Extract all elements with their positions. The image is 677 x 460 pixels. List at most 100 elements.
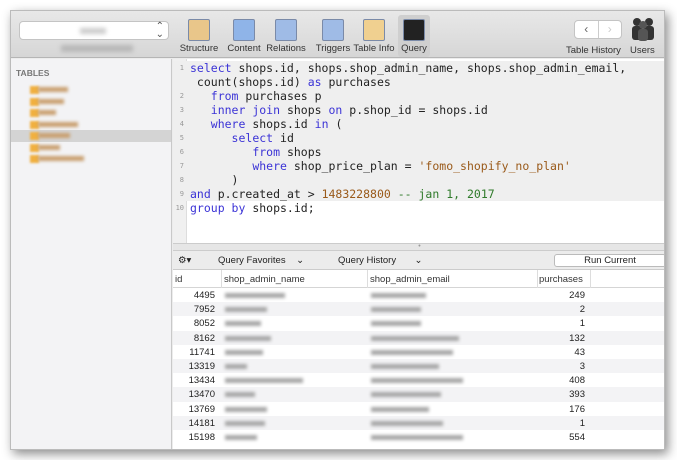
code-token: shops — [280, 145, 322, 159]
gear-menu-icon[interactable]: ⚙▾ — [178, 255, 191, 266]
structure-icon — [188, 19, 210, 41]
table-row[interactable]: 4495 249 — [173, 288, 664, 302]
server-version-redacted — [61, 45, 133, 52]
line-number: 3 — [179, 106, 184, 114]
column-header-id[interactable]: id — [175, 274, 182, 285]
toolbar-relations-button[interactable]: Relations — [265, 15, 307, 57]
cell-name-redacted — [225, 321, 261, 327]
code-token: ) — [190, 173, 239, 187]
table-row[interactable]: 8162 132 — [173, 330, 664, 345]
toolbar-label: Query — [401, 43, 427, 54]
column-header-shop-admin-email[interactable]: shop_admin_email — [370, 274, 450, 285]
table-row[interactable]: 13470 393 — [173, 387, 664, 402]
cell-name-redacted — [225, 293, 285, 298]
table-item[interactable] — [11, 84, 171, 96]
line-number: 4 — [179, 120, 184, 128]
cell-name-redacted — [225, 307, 267, 313]
toolbar-content-button[interactable]: Content — [223, 15, 265, 57]
table-item[interactable] — [11, 96, 171, 108]
code-token: from — [252, 145, 281, 159]
table-history-label: Table History — [566, 45, 621, 56]
line-number: 10 — [175, 204, 184, 212]
query-history-button[interactable]: Query History ⌄ — [338, 255, 423, 266]
cell-email-redacted — [371, 349, 453, 355]
table-header: id shop_admin_name shop_admin_email purc… — [173, 270, 664, 288]
code-line: 9 and p.created_at > 1483228800 -- jan 1,… — [173, 187, 664, 201]
cell-name-redacted — [225, 349, 263, 355]
cell-id: 13319 — [188, 360, 215, 372]
database-select[interactable]: ⌃ ⌄ — [19, 21, 169, 40]
toolbar-table-info-button[interactable]: Table Info — [353, 15, 395, 57]
table-info-icon — [363, 19, 385, 41]
cell-name-redacted — [225, 406, 267, 412]
table-row[interactable]: 7952 2 — [173, 302, 664, 317]
code-line: 5 select id — [173, 131, 664, 145]
cell-id: 14181 — [188, 417, 215, 429]
cell-id: 11741 — [189, 346, 215, 358]
line-number: 2 — [179, 92, 184, 100]
column-header-shop-admin-name[interactable]: shop_admin_name — [224, 274, 305, 285]
code-token: shops.id — [245, 117, 315, 131]
table-row[interactable]: 8052 1 — [173, 316, 664, 330]
cell-purchases: 554 — [569, 431, 585, 443]
code-token: shops — [280, 103, 329, 117]
split-divider[interactable]: • — [173, 243, 664, 251]
cell-purchases: 176 — [569, 403, 585, 415]
code-line: count(shops.id) as purchases — [173, 75, 664, 89]
cell-id: 13769 — [188, 403, 215, 415]
results-table: id shop_admin_name shop_admin_email purc… — [173, 270, 664, 449]
table-item[interactable] — [11, 142, 171, 154]
table-row[interactable]: 11741 43 — [173, 345, 664, 359]
table-row[interactable]: 13434 408 — [173, 373, 664, 387]
code-token: count(shops.id) — [190, 75, 308, 89]
database-name-redacted — [80, 28, 106, 34]
cell-name-redacted — [225, 363, 247, 369]
code-line: 1 select shops.id, shops.shop_admin_name,… — [173, 61, 664, 75]
forward-button[interactable]: › — [597, 21, 622, 38]
table-item[interactable] — [11, 130, 171, 142]
cell-email-redacted — [371, 293, 426, 298]
line-number: 8 — [179, 176, 184, 184]
query-icon — [403, 19, 425, 41]
tables-header: TABLES — [16, 68, 50, 78]
table-item[interactable] — [11, 119, 171, 131]
cell-email-redacted — [371, 363, 439, 369]
cell-email-redacted — [371, 406, 429, 412]
toolbar-triggers-button[interactable]: Triggers — [311, 15, 355, 57]
toolbar-structure-button[interactable]: Structure — [175, 15, 223, 57]
code-token: and — [190, 187, 211, 201]
code-line: 2 from purchases p — [173, 89, 664, 103]
cell-purchases: 249 — [569, 290, 585, 301]
table-item[interactable] — [11, 153, 171, 165]
code-token: group by — [190, 201, 246, 215]
users-icon[interactable] — [629, 15, 657, 41]
table-row[interactable]: 15198 554 — [173, 430, 664, 444]
cell-name-redacted — [225, 420, 265, 426]
cell-purchases: 1 — [579, 417, 585, 429]
toolbar-query-button[interactable]: Query — [398, 15, 430, 57]
cell-purchases: 132 — [569, 332, 585, 344]
code-token: id — [273, 131, 294, 145]
column-header-purchases[interactable]: purchases — [539, 274, 583, 285]
query-favorites-button[interactable]: Query Favorites ⌄ — [218, 255, 304, 266]
table-row[interactable]: 13769 176 — [173, 402, 664, 416]
code-token: in — [314, 117, 329, 131]
table-history-nav[interactable]: ‹ › — [574, 20, 622, 39]
sidebar: TABLES — [11, 59, 172, 449]
back-button[interactable]: ‹ — [575, 21, 598, 38]
table-row[interactable]: 13319 3 — [173, 358, 664, 374]
cell-id: 13470 — [188, 389, 215, 401]
code-token: select — [190, 61, 232, 75]
table-item[interactable] — [11, 107, 171, 119]
code-token: from — [210, 89, 239, 103]
toolbar-label: Table Info — [353, 43, 395, 54]
code-line: 7 where shop_price_plan = 'fomo_shopify_… — [173, 159, 664, 173]
table-name-redacted — [38, 144, 60, 150]
line-number: 5 — [179, 134, 184, 142]
query-editor[interactable]: 1 select shops.id, shops.shop_admin_name,… — [173, 59, 664, 243]
run-current-button[interactable]: Run Current — [554, 254, 664, 267]
cell-id: 15198 — [188, 431, 215, 443]
table-row[interactable]: 14181 1 — [173, 415, 664, 430]
